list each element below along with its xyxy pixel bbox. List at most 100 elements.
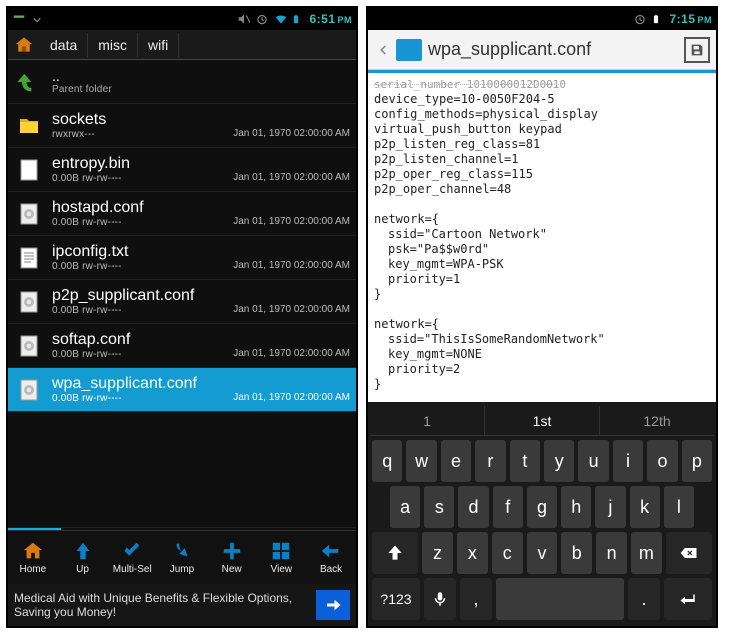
key-o[interactable]: o (647, 440, 677, 482)
key-y[interactable]: y (544, 440, 574, 482)
tool-new[interactable]: New (208, 540, 256, 575)
breadcrumb-seg[interactable]: wifi (138, 33, 179, 57)
breadcrumb-seg[interactable]: misc (88, 33, 138, 57)
file-row[interactable]: entropy.bin0.00B rw-rw----Jan 01, 1970 0… (8, 148, 356, 192)
home-icon (22, 540, 44, 562)
key-period[interactable]: . (628, 578, 660, 620)
file-type-icon (14, 155, 44, 185)
key-comma[interactable]: , (460, 578, 492, 620)
editor-line: } (374, 377, 710, 392)
key-e[interactable]: e (441, 440, 471, 482)
file-name: wpa_supplicant.conf (52, 375, 233, 393)
editor-line: psk="Pa$$w0rd" (388, 242, 710, 257)
key-h[interactable]: h (561, 486, 591, 528)
key-d[interactable]: d (458, 486, 488, 528)
key-w[interactable]: w (406, 440, 436, 482)
battery-icon (651, 12, 665, 26)
back-chevron-icon[interactable] (374, 35, 392, 65)
key-g[interactable]: g (527, 486, 557, 528)
home-icon[interactable] (11, 32, 37, 58)
key-m[interactable]: m (631, 532, 662, 574)
key-n[interactable]: n (596, 532, 627, 574)
file-date: Jan 01, 1970 02:00:00 AM (233, 172, 350, 185)
file-row[interactable]: wpa_supplicant.conf0.00B rw-rw----Jan 01… (8, 368, 356, 412)
bottom-toolbar: Home Up Multi-Sel Jump New View Back (8, 530, 356, 584)
key-j[interactable]: j (595, 486, 625, 528)
mute-icon (237, 12, 251, 26)
key-mic[interactable] (424, 578, 456, 620)
file-name: ipconfig.txt (52, 243, 233, 261)
text-editor[interactable]: serial_number 1010000012D0010 device_typ… (368, 73, 716, 402)
status-bar: 6:51PM (8, 8, 356, 30)
key-i[interactable]: i (613, 440, 643, 482)
file-meta: 0.00B rw-rw---- (52, 217, 233, 228)
key-f[interactable]: f (493, 486, 523, 528)
file-row[interactable]: ipconfig.txt0.00B rw-rw----Jan 01, 1970 … (8, 236, 356, 280)
file-manager-screen: 6:51PM data misc wifi .. Parent folder s… (6, 6, 358, 628)
key-c[interactable]: c (492, 532, 523, 574)
notification-icon (12, 12, 26, 26)
file-row[interactable]: softap.conf0.00B rw-rw----Jan 01, 1970 0… (8, 324, 356, 368)
file-row[interactable]: p2p_supplicant.conf0.00B rw-rw----Jan 01… (8, 280, 356, 324)
key-s[interactable]: s (424, 486, 454, 528)
tool-jump[interactable]: Jump (158, 540, 206, 575)
kb-sugg-item[interactable]: 1st (485, 406, 600, 435)
tool-multi[interactable]: Multi-Sel (108, 540, 156, 575)
editor-line: config_methods=physical_display virtual_… (374, 107, 710, 137)
empty-space (8, 453, 356, 527)
kb-sugg-item[interactable]: 1 (370, 406, 485, 435)
file-name: hostapd.conf (52, 199, 233, 217)
key-symbols[interactable]: ?123 (372, 578, 420, 620)
editor-line: device_type=10-0050F204-5 (374, 92, 710, 107)
editor-line: } (374, 287, 710, 302)
file-date: Jan 01, 1970 02:00:00 AM (233, 348, 350, 361)
key-t[interactable]: t (510, 440, 540, 482)
ad-text: Medical Aid with Unique Benefits & Flexi… (14, 591, 316, 619)
key-p[interactable]: p (682, 440, 712, 482)
tool-back[interactable]: Back (307, 540, 355, 575)
file-date: Jan 01, 1970 02:00:00 AM (233, 128, 350, 141)
key-u[interactable]: u (578, 440, 608, 482)
save-button[interactable] (684, 37, 710, 63)
up-arrow-icon (14, 67, 44, 97)
key-z[interactable]: z (422, 532, 453, 574)
jump-icon (171, 540, 193, 562)
key-shift[interactable] (372, 532, 418, 574)
tool-up[interactable]: Up (59, 540, 107, 575)
file-name: sockets (52, 111, 233, 129)
status-time: 6:51PM (309, 12, 352, 26)
kb-suggestions: 1 1st 12th (370, 406, 714, 436)
key-enter[interactable] (664, 578, 712, 620)
alarm-icon (255, 12, 269, 26)
file-row[interactable]: socketsrwxrwx---Jan 01, 1970 02:00:00 AM (8, 104, 356, 148)
editor-line: p2p_oper_reg_class=115 (374, 167, 710, 182)
key-a[interactable]: a (390, 486, 420, 528)
editor-title: wpa_supplicant.conf (428, 39, 684, 60)
file-date: Jan 01, 1970 02:00:00 AM (233, 392, 350, 405)
breadcrumb: data misc wifi (8, 30, 356, 60)
key-q[interactable]: q (372, 440, 402, 482)
key-l[interactable]: l (664, 486, 694, 528)
editor-line: ssid="Cartoon Network" (388, 227, 710, 242)
tool-view[interactable]: View (257, 540, 305, 575)
key-backspace[interactable] (666, 532, 712, 574)
key-x[interactable]: x (457, 532, 488, 574)
editor-line: p2p_oper_channel=48 (374, 182, 710, 197)
editor-line: p2p_listen_channel=1 (374, 152, 710, 167)
key-r[interactable]: r (475, 440, 505, 482)
file-date: Jan 01, 1970 02:00:00 AM (233, 304, 350, 317)
key-v[interactable]: v (527, 532, 558, 574)
parent-folder-row[interactable]: .. Parent folder (8, 60, 356, 104)
breadcrumb-seg[interactable]: data (40, 33, 88, 57)
key-b[interactable]: b (561, 532, 592, 574)
ad-go-button[interactable] (316, 590, 350, 620)
status-time: 7:15PM (669, 12, 712, 26)
editor-line: key_mgmt=WPA-PSK (388, 257, 710, 272)
file-row[interactable]: hostapd.conf0.00B rw-rw----Jan 01, 1970 … (8, 192, 356, 236)
ad-banner[interactable]: Medical Aid with Unique Benefits & Flexi… (8, 584, 356, 626)
kb-sugg-item[interactable]: 12th (600, 406, 714, 435)
tool-home[interactable]: Home (9, 540, 57, 575)
key-space[interactable] (496, 578, 624, 620)
key-k[interactable]: k (630, 486, 660, 528)
arrow-left-icon (320, 540, 342, 562)
